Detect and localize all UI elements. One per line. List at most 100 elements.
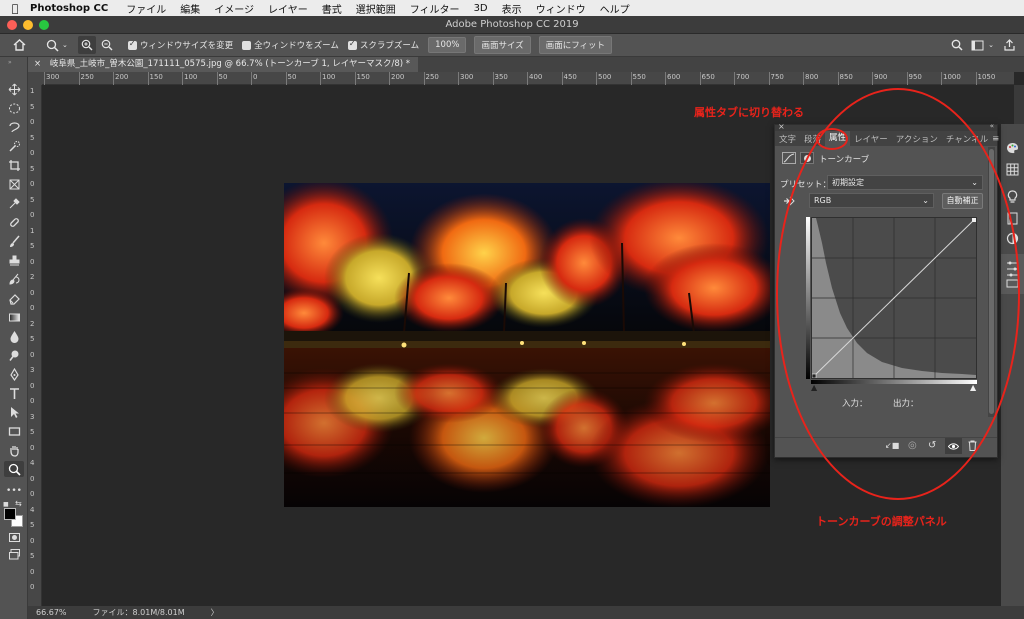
menu-edit[interactable]: 編集 bbox=[180, 1, 200, 16]
blur-tool-icon[interactable] bbox=[4, 328, 24, 344]
menu-filter[interactable]: フィルター bbox=[410, 1, 460, 16]
lasso-tool-icon[interactable] bbox=[4, 119, 24, 135]
tab-paragraph[interactable]: 段落 bbox=[800, 133, 825, 145]
hand-tool-icon[interactable] bbox=[4, 442, 24, 458]
panel-collapse-icon[interactable]: » bbox=[8, 59, 12, 66]
menu-app-name[interactable]: Photoshop CC bbox=[30, 3, 108, 14]
properties-dock-button[interactable] bbox=[1001, 254, 1024, 294]
scrubby-zoom-checkbox[interactable] bbox=[347, 39, 357, 50]
white-point-slider[interactable]: ▲ bbox=[970, 383, 976, 392]
share-icon[interactable] bbox=[1000, 36, 1018, 54]
dodge-tool-icon[interactable] bbox=[4, 347, 24, 363]
clone-stamp-tool-icon[interactable] bbox=[4, 252, 24, 268]
channel-select[interactable]: RGB ⌄ bbox=[809, 193, 934, 208]
learn-lightbulb-icon[interactable] bbox=[1007, 190, 1018, 206]
fit-screen-button[interactable]: 画面サイズ bbox=[474, 36, 531, 54]
frame-tool-icon[interactable] bbox=[4, 176, 24, 192]
resize-windows-checkbox[interactable] bbox=[127, 39, 137, 50]
zoom-in-icon[interactable] bbox=[77, 36, 96, 54]
chevron-down-icon[interactable]: ⌄ bbox=[988, 41, 994, 49]
healing-brush-tool-icon[interactable] bbox=[4, 214, 24, 230]
reset-icon[interactable]: ↺ bbox=[928, 440, 936, 451]
foreground-color-swatch[interactable] bbox=[4, 508, 16, 520]
document-tab[interactable]: × 岐阜県_土岐市_曽木公園_171111_0575.jpg @ 66.7% (… bbox=[28, 57, 418, 72]
on-image-adjustment-icon[interactable] bbox=[782, 195, 796, 211]
curves-adjustment-icon[interactable] bbox=[782, 152, 796, 164]
menu-help[interactable]: ヘルプ bbox=[600, 1, 630, 16]
menu-type[interactable]: 書式 bbox=[322, 1, 342, 16]
quick-mask-icon[interactable] bbox=[4, 529, 24, 545]
swatches-grid-icon[interactable] bbox=[1006, 163, 1019, 179]
menu-window[interactable]: ウィンドウ bbox=[536, 1, 586, 16]
home-icon[interactable] bbox=[10, 36, 28, 54]
path-selection-tool-icon[interactable] bbox=[4, 404, 24, 420]
menu-file[interactable]: ファイル bbox=[126, 1, 166, 16]
zoom-all-option[interactable]: 全ウィンドウをズーム bbox=[242, 39, 339, 51]
tab-layers[interactable]: レイヤー bbox=[850, 133, 892, 145]
resize-windows-option[interactable]: ウィンドウサイズを変更 bbox=[127, 39, 233, 51]
workspace-icon[interactable] bbox=[968, 36, 986, 54]
menu-view[interactable]: 表示 bbox=[502, 1, 522, 16]
auto-button[interactable]: 自動補正 bbox=[942, 193, 983, 209]
zoom-all-checkbox[interactable] bbox=[242, 40, 252, 50]
apple-icon[interactable]:  bbox=[0, 2, 30, 15]
zoom-tool-icon[interactable] bbox=[4, 461, 24, 477]
quick-select-tool-icon[interactable] bbox=[4, 138, 24, 154]
crop-tool-icon[interactable] bbox=[4, 157, 24, 173]
scrubby-zoom-option[interactable]: スクラブズーム bbox=[347, 39, 419, 51]
gradient-tool-icon[interactable] bbox=[4, 309, 24, 325]
close-window-button[interactable] bbox=[7, 20, 17, 30]
black-point-slider[interactable]: ▲ bbox=[811, 383, 817, 392]
ruler-label: 5 bbox=[30, 102, 35, 111]
swap-colors-icon[interactable]: ⇆ bbox=[15, 499, 22, 508]
toggle-visibility-icon[interactable] bbox=[945, 438, 962, 454]
brush-tool-icon[interactable] bbox=[4, 233, 24, 249]
zoom-out-icon[interactable] bbox=[98, 36, 116, 54]
status-menu-arrow[interactable]: 〉 bbox=[211, 607, 219, 618]
tab-properties[interactable]: 属性 bbox=[825, 131, 851, 146]
pen-tool-icon[interactable] bbox=[4, 366, 24, 382]
menu-3d[interactable]: 3D bbox=[474, 3, 488, 14]
ruler-label: 800 bbox=[805, 73, 819, 81]
screen-mode-icon[interactable] bbox=[4, 546, 24, 562]
panel-collapse-icon[interactable]: « bbox=[990, 122, 994, 130]
layer-mask-icon[interactable] bbox=[800, 152, 814, 164]
zoom-tool-preset[interactable]: ⌄ bbox=[46, 39, 68, 52]
more-tools-icon[interactable]: ••• bbox=[4, 483, 24, 499]
rectangle-tool-icon[interactable] bbox=[4, 423, 24, 439]
move-tool-icon[interactable] bbox=[4, 81, 24, 97]
marquee-tool-icon[interactable] bbox=[4, 100, 24, 116]
view-previous-state-icon[interactable]: ◎ bbox=[908, 440, 917, 451]
clip-to-layer-icon[interactable]: ↙■ bbox=[885, 441, 899, 450]
zoom-100-button[interactable]: 100% bbox=[428, 37, 467, 53]
channel-value: RGB bbox=[814, 196, 832, 205]
adjustments-icon[interactable] bbox=[1006, 232, 1019, 248]
zoom-level[interactable]: 66.67% bbox=[36, 608, 67, 617]
close-icon[interactable]: × bbox=[34, 59, 41, 69]
delete-trash-icon[interactable] bbox=[968, 440, 977, 454]
menu-image[interactable]: イメージ bbox=[214, 1, 254, 16]
tab-channels[interactable]: チャンネル bbox=[942, 133, 992, 145]
close-icon[interactable]: × bbox=[778, 122, 785, 131]
panel-scrollbar[interactable] bbox=[988, 147, 995, 417]
ruler-label: 1 bbox=[30, 226, 35, 235]
type-tool-icon[interactable] bbox=[4, 385, 24, 401]
default-colors-icon[interactable]: ■ bbox=[3, 501, 9, 508]
fill-screen-button[interactable]: 画面にフィット bbox=[538, 36, 613, 54]
minimize-window-button[interactable] bbox=[23, 20, 33, 30]
tab-actions[interactable]: アクション bbox=[892, 133, 942, 145]
panel-menu-icon[interactable]: ≡ bbox=[992, 134, 999, 144]
maximize-window-button[interactable] bbox=[39, 20, 49, 30]
search-icon[interactable] bbox=[948, 36, 966, 54]
preset-select[interactable]: 初期設定 ⌄ bbox=[827, 175, 983, 190]
menu-select[interactable]: 選択範囲 bbox=[356, 1, 396, 16]
curves-graph[interactable] bbox=[811, 217, 977, 379]
libraries-icon[interactable] bbox=[1007, 212, 1018, 228]
preset-value: 初期設定 bbox=[832, 178, 864, 187]
menu-layer[interactable]: レイヤー bbox=[268, 1, 308, 16]
color-palette-icon[interactable] bbox=[1006, 142, 1019, 157]
history-brush-tool-icon[interactable] bbox=[4, 271, 24, 287]
tab-character[interactable]: 文字 bbox=[775, 133, 800, 145]
eraser-tool-icon[interactable] bbox=[4, 290, 24, 306]
eyedropper-tool-icon[interactable] bbox=[4, 195, 24, 211]
